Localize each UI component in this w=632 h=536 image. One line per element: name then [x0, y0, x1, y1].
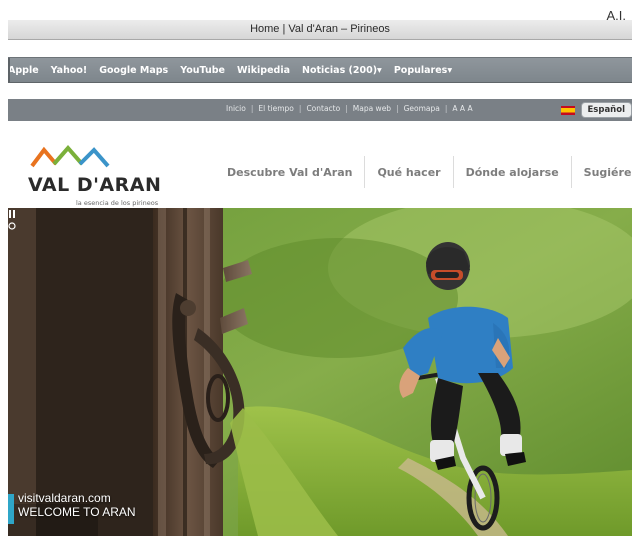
- utility-links: Inicio | El tiempo | Contacto | Mapa web…: [226, 104, 473, 113]
- link-inicio[interactable]: Inicio: [226, 104, 246, 113]
- font-size-controls[interactable]: A A A: [452, 104, 472, 113]
- logo-wordmark: VAL D'ARAN: [28, 174, 162, 196]
- bookmarks-bar: Apple Yahoo! Google Maps YouTube Wikiped…: [8, 57, 632, 83]
- language-selector: Español: [560, 102, 632, 118]
- window-title: Home | Val d'Aran – Pirineos: [250, 23, 390, 35]
- hero-banner[interactable]: visitvaldaran.com WELCOME TO ARAN: [8, 208, 632, 536]
- nav-descubre[interactable]: Descubre Val d'Aran: [215, 156, 366, 188]
- bookmark-apple[interactable]: Apple: [8, 65, 39, 76]
- separator: |: [250, 104, 254, 113]
- bookmarks-bar-edge: [8, 58, 10, 82]
- link-contacto[interactable]: Contacto: [306, 104, 340, 113]
- spain-flag-icon: [560, 105, 575, 115]
- hero-caption-welcome: WELCOME TO ARAN: [18, 505, 136, 519]
- hero-caption-url: visitvaldaran.com: [18, 491, 111, 505]
- mountains-logo-icon: [30, 144, 110, 168]
- site-top-nav: Inicio | El tiempo | Contacto | Mapa web…: [8, 99, 632, 121]
- nav-que-hacer[interactable]: Qué hacer: [365, 156, 454, 188]
- window-titlebar: Home | Val d'Aran – Pirineos: [8, 20, 632, 40]
- separator: |: [396, 104, 399, 113]
- hero-image: [8, 208, 632, 536]
- bookmark-wikipedia[interactable]: Wikipedia: [237, 65, 290, 76]
- site-logo[interactable]: VAL D'ARAN la esencia de los pirineos: [28, 144, 168, 207]
- separator: |: [345, 104, 348, 113]
- link-el-tiempo[interactable]: El tiempo: [258, 104, 294, 113]
- main-nav: Descubre Val d'Aran Qué hacer Dónde aloj…: [215, 156, 632, 188]
- site-header: VAL D'ARAN la esencia de los pirineos De…: [8, 128, 632, 208]
- nav-sugiereme[interactable]: Sugiéreme: [572, 156, 632, 188]
- bookmark-google-maps[interactable]: Google Maps: [99, 65, 168, 76]
- bookmark-youtube[interactable]: YouTube: [180, 65, 225, 76]
- link-mapa-web[interactable]: Mapa web: [353, 104, 391, 113]
- bookmark-yahoo[interactable]: Yahoo!: [51, 65, 88, 76]
- language-button[interactable]: Español: [580, 102, 632, 118]
- separator: |: [298, 104, 302, 113]
- bookmark-noticias-menu[interactable]: Noticias (200)▾: [302, 65, 382, 76]
- separator: |: [444, 104, 448, 113]
- hero-caption: visitvaldaran.com WELCOME TO ARAN: [18, 491, 136, 519]
- caption-accent-bar: [8, 494, 14, 524]
- link-geomapa[interactable]: Geomapa: [404, 104, 440, 113]
- bookmark-populares-menu[interactable]: Populares▾: [394, 65, 452, 76]
- nav-donde-alojarse[interactable]: Dónde alojarse: [454, 156, 572, 188]
- logo-tagline: la esencia de los pirineos: [76, 199, 159, 207]
- logo-mark-icon: [8, 210, 16, 230]
